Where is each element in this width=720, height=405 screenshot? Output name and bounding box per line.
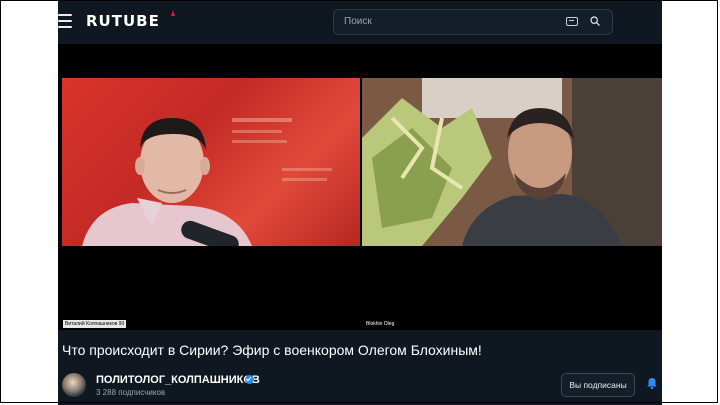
video-player[interactable]: Виталий Колпашников 90 Blokhin Oleg [58, 44, 662, 330]
rutube-app: RUTUBE Поиск Виталий Колпашников 90 Blok… [58, 0, 662, 405]
subscriber-count: 3 288 подписчиков [96, 388, 166, 397]
subscribe-button[interactable]: Вы подписаны [561, 373, 635, 397]
channel-avatar[interactable] [62, 373, 86, 397]
search-placeholder: Поиск [344, 16, 372, 27]
participant-video-right [362, 78, 662, 246]
search-icon[interactable] [590, 16, 600, 26]
participant-video-left [62, 78, 360, 246]
header: RUTUBE Поиск [58, 0, 662, 44]
participant-image-left [82, 118, 332, 246]
participant-caption-left: Виталий Колпашников 90 [63, 320, 127, 328]
rutube-logo[interactable]: RUTUBE [86, 12, 160, 32]
participant-image-right [362, 78, 662, 246]
participant-caption-right: Blokhin Oleg [366, 321, 395, 327]
verified-icon [245, 375, 254, 384]
search-input[interactable]: Поиск [333, 9, 613, 35]
video-title: Что происходит в Сирии? Эфир с военкором… [62, 342, 482, 358]
keyboard-icon[interactable] [566, 17, 578, 26]
logo-mark-icon [171, 10, 175, 16]
channel-name[interactable]: ПОЛИТОЛОГ_КОЛПАШНИКОВ [96, 374, 260, 386]
menu-icon[interactable] [58, 14, 72, 28]
bell-icon[interactable] [646, 377, 658, 389]
